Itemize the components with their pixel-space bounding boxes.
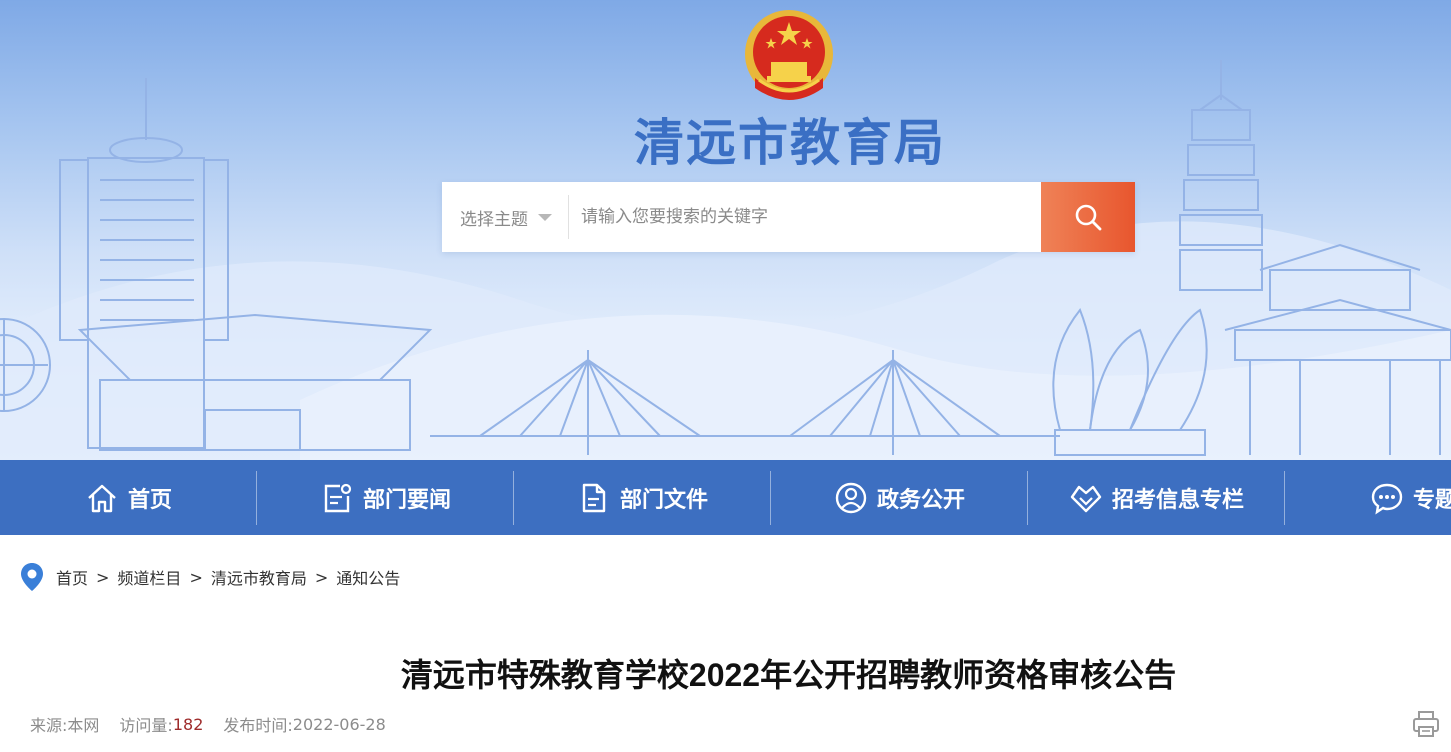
- breadcrumb: 首页 > 频道栏目 > 清远市教育局 > 通知公告: [20, 560, 400, 594]
- breadcrumb-home[interactable]: 首页: [56, 565, 88, 589]
- nav-label: 首页: [127, 487, 172, 513]
- date-label: 发布时间:: [223, 716, 293, 735]
- breadcrumb-bureau[interactable]: 清远市教育局: [211, 565, 307, 589]
- chat-icon: [1369, 480, 1405, 516]
- article-meta: 来源: 本网 访问量: 182 发布时间: 2022-06-28: [30, 710, 386, 738]
- breadcrumb-notices[interactable]: 通知公告: [336, 565, 400, 589]
- nav-item-topics[interactable]: 专题: [1285, 460, 1451, 535]
- views-label: 访问量:: [119, 716, 173, 735]
- user-circle-icon: [833, 480, 869, 516]
- breadcrumb-channels[interactable]: 频道栏目: [117, 565, 181, 589]
- topic-select-dropdown[interactable]: 选择主题: [442, 182, 568, 252]
- print-button[interactable]: [1411, 709, 1441, 739]
- nav-item-government-affairs[interactable]: 政务公开: [771, 460, 1027, 535]
- nav-item-department-news[interactable]: 部门要闻: [257, 460, 513, 535]
- views-count: 182: [172, 714, 204, 734]
- breadcrumb-separator: >: [96, 567, 110, 587]
- article-title: 清远市特殊教育学校2022年公开招聘教师资格审核公告: [400, 657, 1177, 693]
- nav-item-home[interactable]: 首页: [0, 460, 256, 535]
- search-button[interactable]: [1041, 182, 1135, 252]
- national-emblem-logo: [745, 10, 833, 100]
- publish-date: 2022-06-28: [292, 714, 386, 734]
- nav-label: 专题: [1412, 487, 1451, 513]
- search-input[interactable]: [569, 182, 1041, 252]
- nav-label: 部门文件: [619, 487, 708, 513]
- search-icon: [1075, 204, 1102, 231]
- news-icon: [319, 480, 355, 516]
- location-pin-icon: [21, 563, 43, 591]
- nav-item-department-documents[interactable]: 部门文件: [514, 460, 770, 535]
- topic-select-label: 选择主题: [460, 209, 528, 230]
- breadcrumb-separator: >: [314, 567, 329, 587]
- site-title: 清远市教育局: [634, 114, 946, 172]
- chevron-down-icon: [538, 213, 552, 221]
- printer-icon: [1413, 711, 1439, 737]
- nav-label: 政务公开: [876, 487, 965, 513]
- nav-item-recruitment[interactable]: 招考信息专栏: [1028, 460, 1284, 535]
- source-value: 本网: [67, 716, 100, 735]
- nav-label: 招考信息专栏: [1111, 487, 1244, 513]
- header-banner: 清远市教育局 选择主题: [0, 0, 1451, 460]
- heart-badge-icon: [1068, 480, 1104, 516]
- nav-label: 部门要闻: [362, 487, 451, 513]
- source-label: 来源:: [30, 716, 68, 735]
- main-nav: 首页 部门要闻 部门文件 政务公开 招考信息专栏 专题: [0, 460, 1451, 535]
- home-icon: [84, 480, 120, 516]
- document-icon: [576, 480, 612, 516]
- search-bar: 选择主题: [442, 182, 1135, 252]
- breadcrumb-separator: >: [189, 567, 203, 587]
